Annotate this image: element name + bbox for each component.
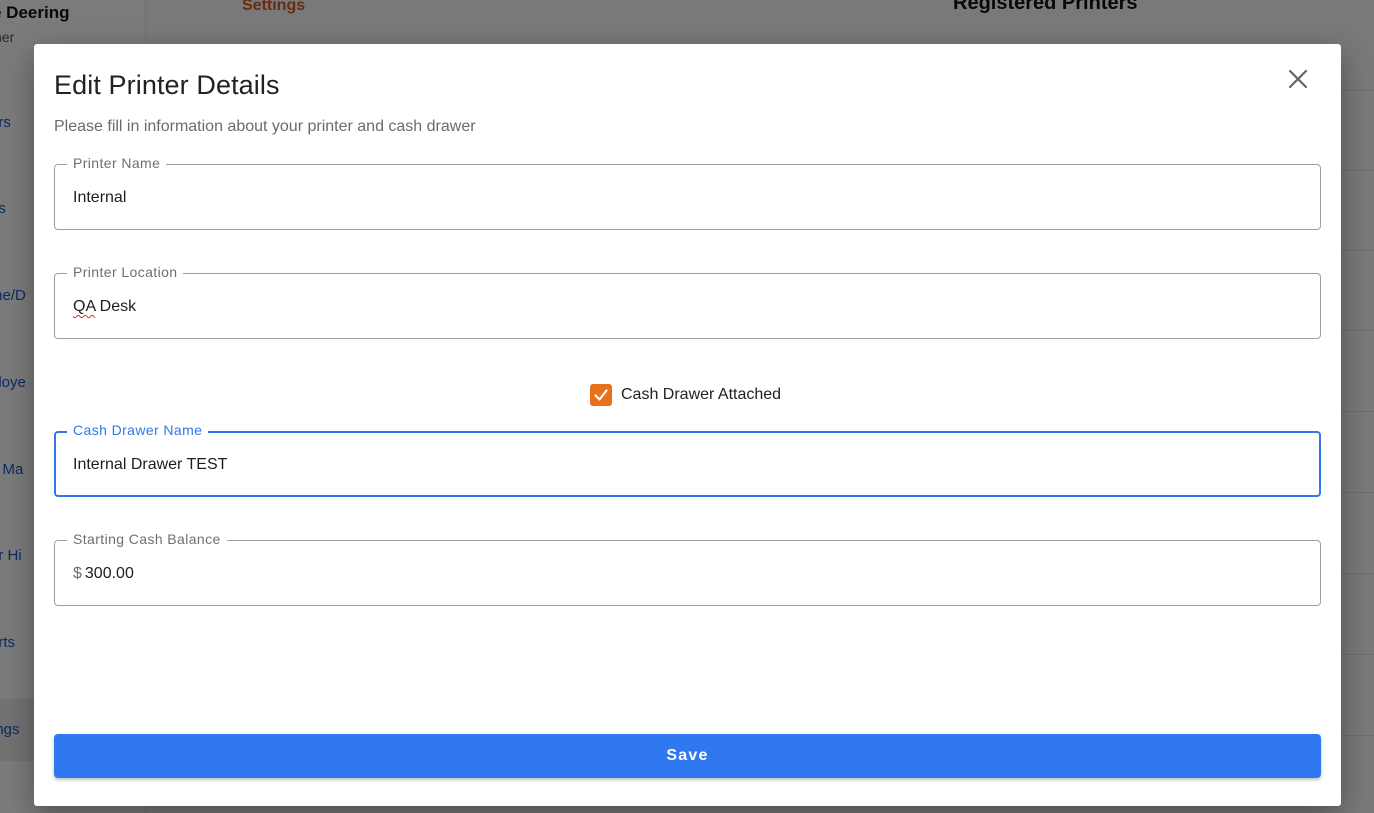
misspelled-word: QA [73,298,96,315]
starting-cash-balance-field[interactable]: Starting Cash Balance $300.00 [54,531,1321,606]
printer-name-label: Printer Name [67,155,167,172]
starting-cash-balance-input-box[interactable] [54,540,1321,606]
currency-prefix: $ [73,565,82,582]
checkmark-icon [594,389,608,401]
printer-location-label: Printer Location [67,264,184,281]
close-button[interactable] [1283,64,1313,94]
starting-cash-balance-label: Starting Cash Balance [67,531,227,548]
save-button[interactable]: Save [54,734,1321,778]
starting-cash-balance-value-wrap[interactable]: $300.00 [73,564,134,584]
printer-name-input-box[interactable] [54,164,1321,230]
printer-location-input-box[interactable] [54,273,1321,339]
edit-printer-dialog: Edit Printer Details Please fill in info… [34,44,1341,806]
cash-drawer-attached-row[interactable]: Cash Drawer Attached [590,384,781,406]
printer-location-value[interactable]: QA Desk [73,297,136,317]
dialog-subtitle: Please fill in information about your pr… [54,118,476,135]
starting-cash-balance-value: 300.00 [84,565,134,582]
cash-drawer-attached-checkbox[interactable] [590,384,612,406]
printer-location-field[interactable]: Printer Location QA Desk [54,264,1321,339]
cash-drawer-name-input-box[interactable] [54,431,1321,497]
cash-drawer-name-value[interactable]: Internal Drawer TEST [73,455,227,475]
printer-name-field[interactable]: Printer Name Internal [54,155,1321,230]
close-icon [1288,69,1308,89]
cash-drawer-name-field[interactable]: Cash Drawer Name Internal Drawer TEST [54,422,1321,497]
cash-drawer-name-label: Cash Drawer Name [67,422,209,439]
dialog-title: Edit Printer Details [54,70,280,100]
printer-location-value-rest: Desk [95,298,137,315]
printer-name-value[interactable]: Internal [73,188,126,208]
cash-drawer-attached-label[interactable]: Cash Drawer Attached [621,386,781,404]
